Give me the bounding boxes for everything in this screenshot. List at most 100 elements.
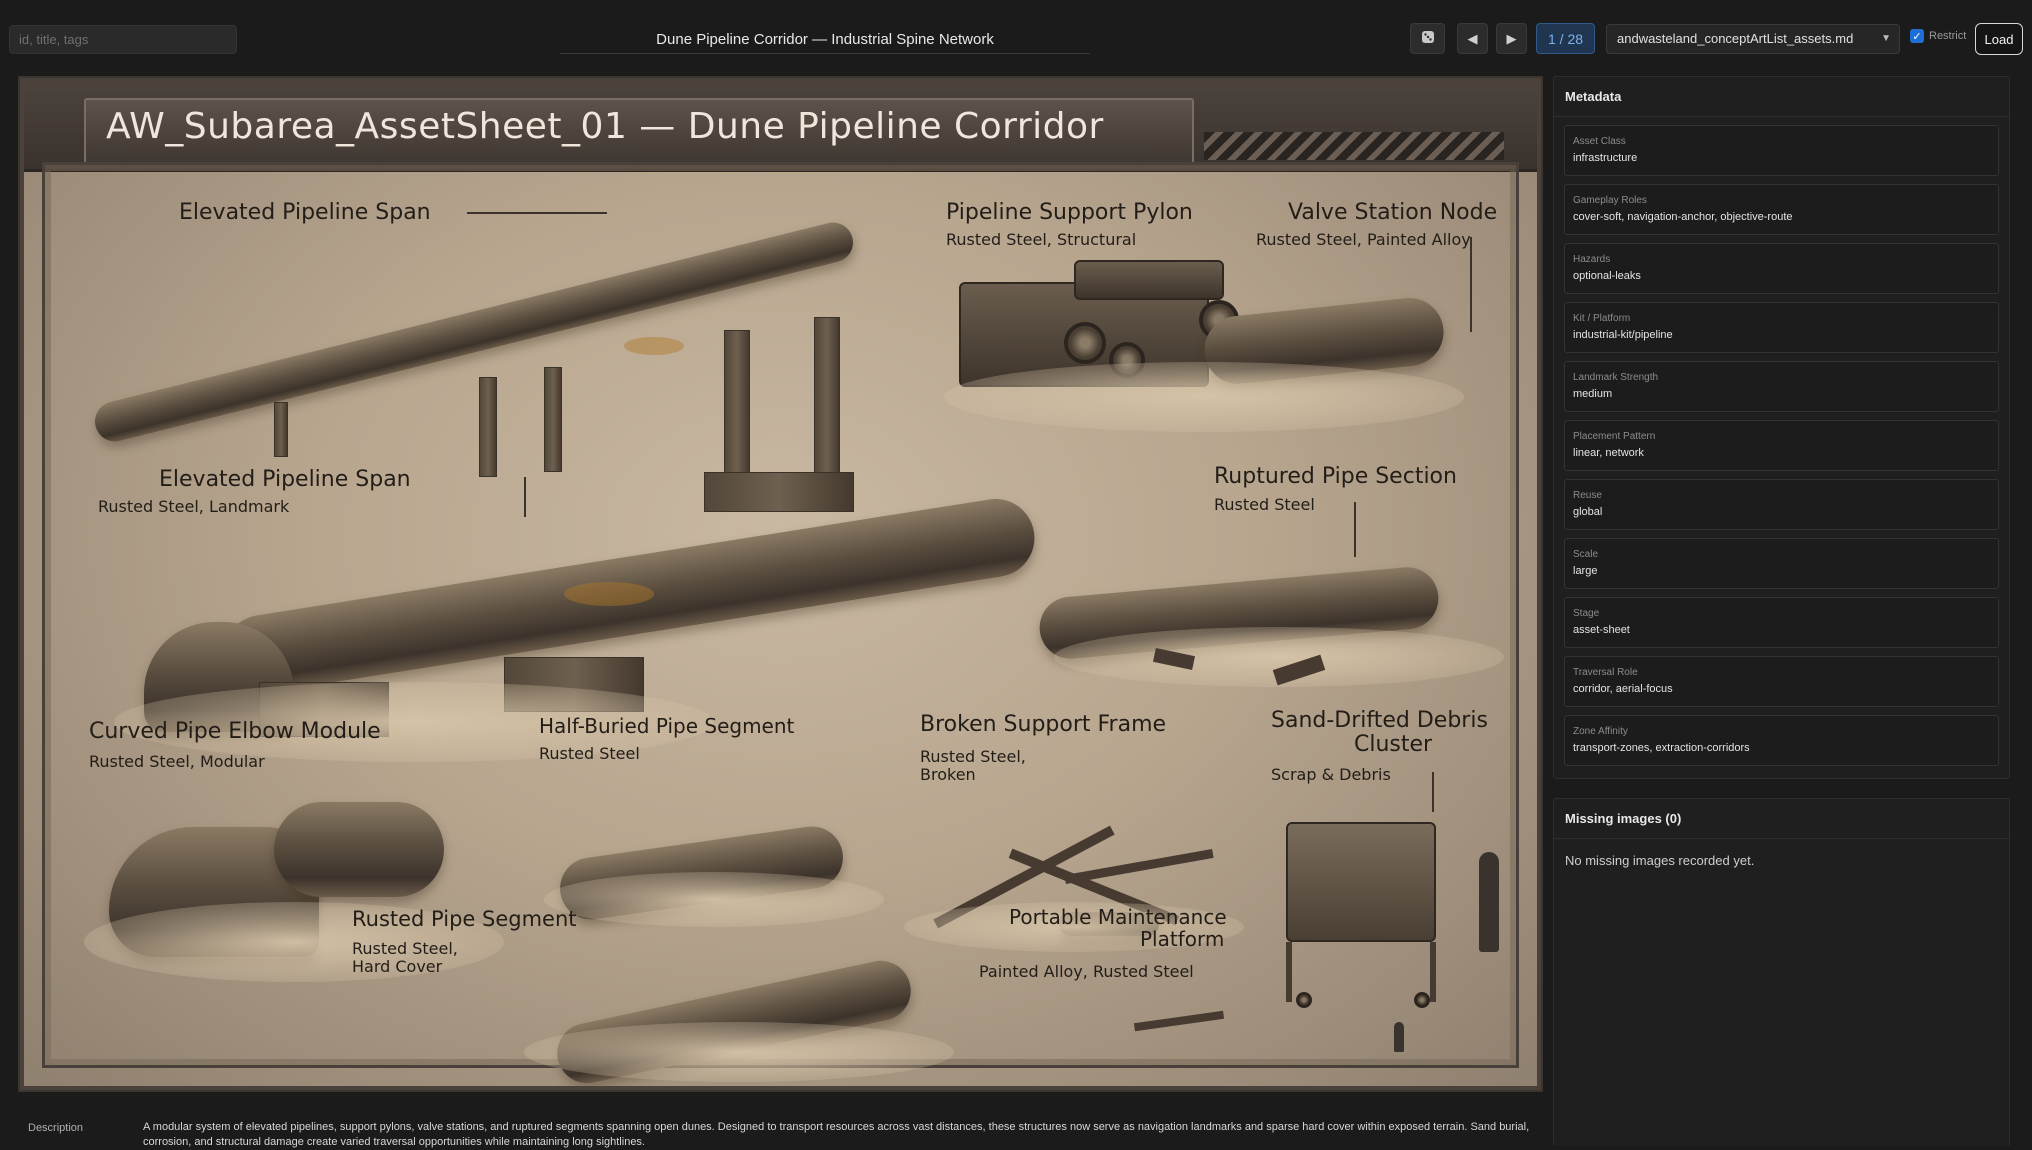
missing-images-message: No missing images recorded yet. <box>1565 853 1755 868</box>
metadata-heading: Metadata <box>1554 77 2009 117</box>
leader-line <box>1354 502 1356 557</box>
sheet-banner: AW_Subarea_AssetSheet_01 — Dune Pipeline… <box>24 82 1537 172</box>
metadata-key: Scale <box>1573 549 1599 560</box>
metadata-value: asset-sheet <box>1573 624 1630 636</box>
leader-line <box>1432 772 1434 812</box>
metadata-item: Asset Class infrastructure <box>1564 125 1999 176</box>
label-half-buried: Half-Buried Pipe Segment <box>539 714 795 738</box>
top-bar: Dune Pipeline Corridor — Industrial Spin… <box>0 0 2032 78</box>
label-broken-frame-sub2: Broken <box>920 765 976 784</box>
label-elevated-span-mid-sub: Rusted Steel, Landmark <box>98 497 290 516</box>
metadata-value: cover-soft, navigation-anchor, objective… <box>1573 211 1793 223</box>
pylon-base <box>704 472 854 512</box>
elbow-module-straight <box>274 802 444 897</box>
label-rusted-segment-sub2: Hard Cover <box>352 957 443 976</box>
label-support-pylon: Pipeline Support Pylon <box>946 200 1193 225</box>
label-platform-1: Portable Maintenance <box>1009 905 1227 929</box>
pylon-leg <box>479 377 497 477</box>
metadata-item: Scale large <box>1564 538 1999 589</box>
label-elevated-span-top: Elevated Pipeline Span <box>179 200 431 225</box>
metadata-value: medium <box>1573 388 1613 400</box>
metadata-value: linear, network <box>1573 447 1644 459</box>
next-button[interactable]: ▶ <box>1496 23 1527 54</box>
platform-leg <box>1430 942 1436 1002</box>
label-debris-1: Sand-Drifted Debris <box>1271 708 1488 733</box>
rust-patch <box>624 337 684 355</box>
metadata-item: Stage asset-sheet <box>1564 597 1999 648</box>
pylon-leg <box>814 317 840 492</box>
metadata-value: global <box>1573 506 1603 518</box>
file-select[interactable]: andwasteland_conceptArtList_assets.md ▼ <box>1606 24 1900 54</box>
metadata-item: Traversal Role corridor, aerial-focus <box>1564 656 1999 707</box>
search-input[interactable] <box>9 25 237 54</box>
metadata-item: Placement Pattern linear, network <box>1564 420 1999 471</box>
label-rusted-segment-sub1: Rusted Steel, <box>352 939 458 958</box>
metadata-item: Hazards optional-leaks <box>1564 243 1999 294</box>
checkmark-icon[interactable]: ✓ <box>1910 29 1924 43</box>
file-select-value: andwasteland_conceptArtList_assets.md <box>1617 31 1854 46</box>
metadata-item: Reuse global <box>1564 479 1999 530</box>
pylon-leg <box>274 402 288 457</box>
metadata-key: Reuse <box>1573 490 1602 501</box>
label-broken-frame: Broken Support Frame <box>920 712 1167 737</box>
leader-line <box>1470 237 1472 332</box>
label-platform-sub: Painted Alloy, Rusted Steel <box>979 962 1194 981</box>
restrict-toggle[interactable]: ✓ Restrict <box>1910 29 1966 43</box>
prev-button[interactable]: ◀ <box>1457 23 1488 54</box>
rust-patch <box>564 582 654 606</box>
metadata-value: transport-zones, extraction-corridors <box>1573 742 1750 754</box>
triangle-right-icon: ▶ <box>1506 30 1517 46</box>
label-ruptured-sub: Rusted Steel <box>1214 495 1315 514</box>
label-debris-sub: Scrap & Debris <box>1271 765 1391 784</box>
hazard-stripe <box>1204 132 1504 160</box>
asset-sheet-canvas: AW_Subarea_AssetSheet_01 — Dune Pipeline… <box>24 82 1537 1086</box>
label-elbow-sub: Rusted Steel, Modular <box>89 752 265 771</box>
label-platform-2: Platform <box>1140 927 1225 951</box>
valve-station-top <box>1074 260 1224 300</box>
label-debris-2: Cluster <box>1354 732 1433 757</box>
label-elbow: Curved Pipe Elbow Module <box>89 719 381 744</box>
metadata-item: Kit / Platform industrial-kit/pipeline <box>1564 302 1999 353</box>
missing-images-panel: Missing images (0) No missing images rec… <box>1553 798 2010 1146</box>
page-title: Dune Pipeline Corridor — Industrial Spin… <box>560 28 1090 54</box>
metadata-value: optional-leaks <box>1573 270 1641 282</box>
valve-wheel <box>1064 322 1106 364</box>
pylon-leg <box>724 330 750 495</box>
label-valve-station: Valve Station Node <box>1288 200 1498 225</box>
metadata-key: Traversal Role <box>1573 667 1638 678</box>
sheet-title: AW_Subarea_AssetSheet_01 — Dune Pipeline… <box>106 106 1104 147</box>
metadata-panel: Metadata Asset Class infrastructure Gamep… <box>1553 76 2010 779</box>
metadata-list: Asset Class infrastructure Gameplay Roles… <box>1554 117 2009 766</box>
metadata-item: Zone Affinity transport-zones, extraction… <box>1564 715 1999 766</box>
metadata-item: Gameplay Roles cover-soft, navigation-anc… <box>1564 184 1999 235</box>
missing-images-heading: Missing images (0) <box>1554 799 2009 839</box>
page-counter: 1 / 28 <box>1536 23 1595 54</box>
metadata-key: Hazards <box>1573 254 1611 265</box>
metadata-item: Landmark Strength medium <box>1564 361 1999 412</box>
metadata-value: corridor, aerial-focus <box>1573 683 1673 695</box>
dice-icon <box>1421 30 1435 47</box>
load-button[interactable]: Load <box>1975 23 2023 55</box>
label-half-buried-sub: Rusted Steel <box>539 744 640 763</box>
metadata-key: Kit / Platform <box>1573 313 1631 324</box>
label-valve-station-sub: Rusted Steel, Painted Alloy <box>1256 230 1471 249</box>
sand-drift <box>544 872 884 927</box>
sand-drift <box>524 1022 954 1082</box>
random-button[interactable] <box>1410 23 1445 54</box>
asset-sheet-image: AW_Subarea_AssetSheet_01 — Dune Pipeline… <box>18 76 1543 1092</box>
metadata-key: Gameplay Roles <box>1573 195 1647 206</box>
metadata-value: infrastructure <box>1573 152 1638 164</box>
triangle-left-icon: ◀ <box>1467 30 1478 46</box>
scale-figure-small <box>1394 1022 1404 1052</box>
scale-figure <box>1479 852 1499 952</box>
sand-drift <box>944 362 1464 432</box>
metadata-value: industrial-kit/pipeline <box>1573 329 1673 341</box>
description-label: Description <box>28 1122 84 1134</box>
restrict-label: Restrict <box>1929 30 1967 42</box>
metadata-key: Placement Pattern <box>1573 431 1656 442</box>
label-support-pylon-sub: Rusted Steel, Structural <box>946 230 1137 249</box>
maintenance-platform <box>1286 822 1436 942</box>
leader-line <box>524 477 526 517</box>
label-rusted-segment: Rusted Pipe Segment <box>352 907 577 931</box>
platform-leg <box>1286 942 1292 1002</box>
